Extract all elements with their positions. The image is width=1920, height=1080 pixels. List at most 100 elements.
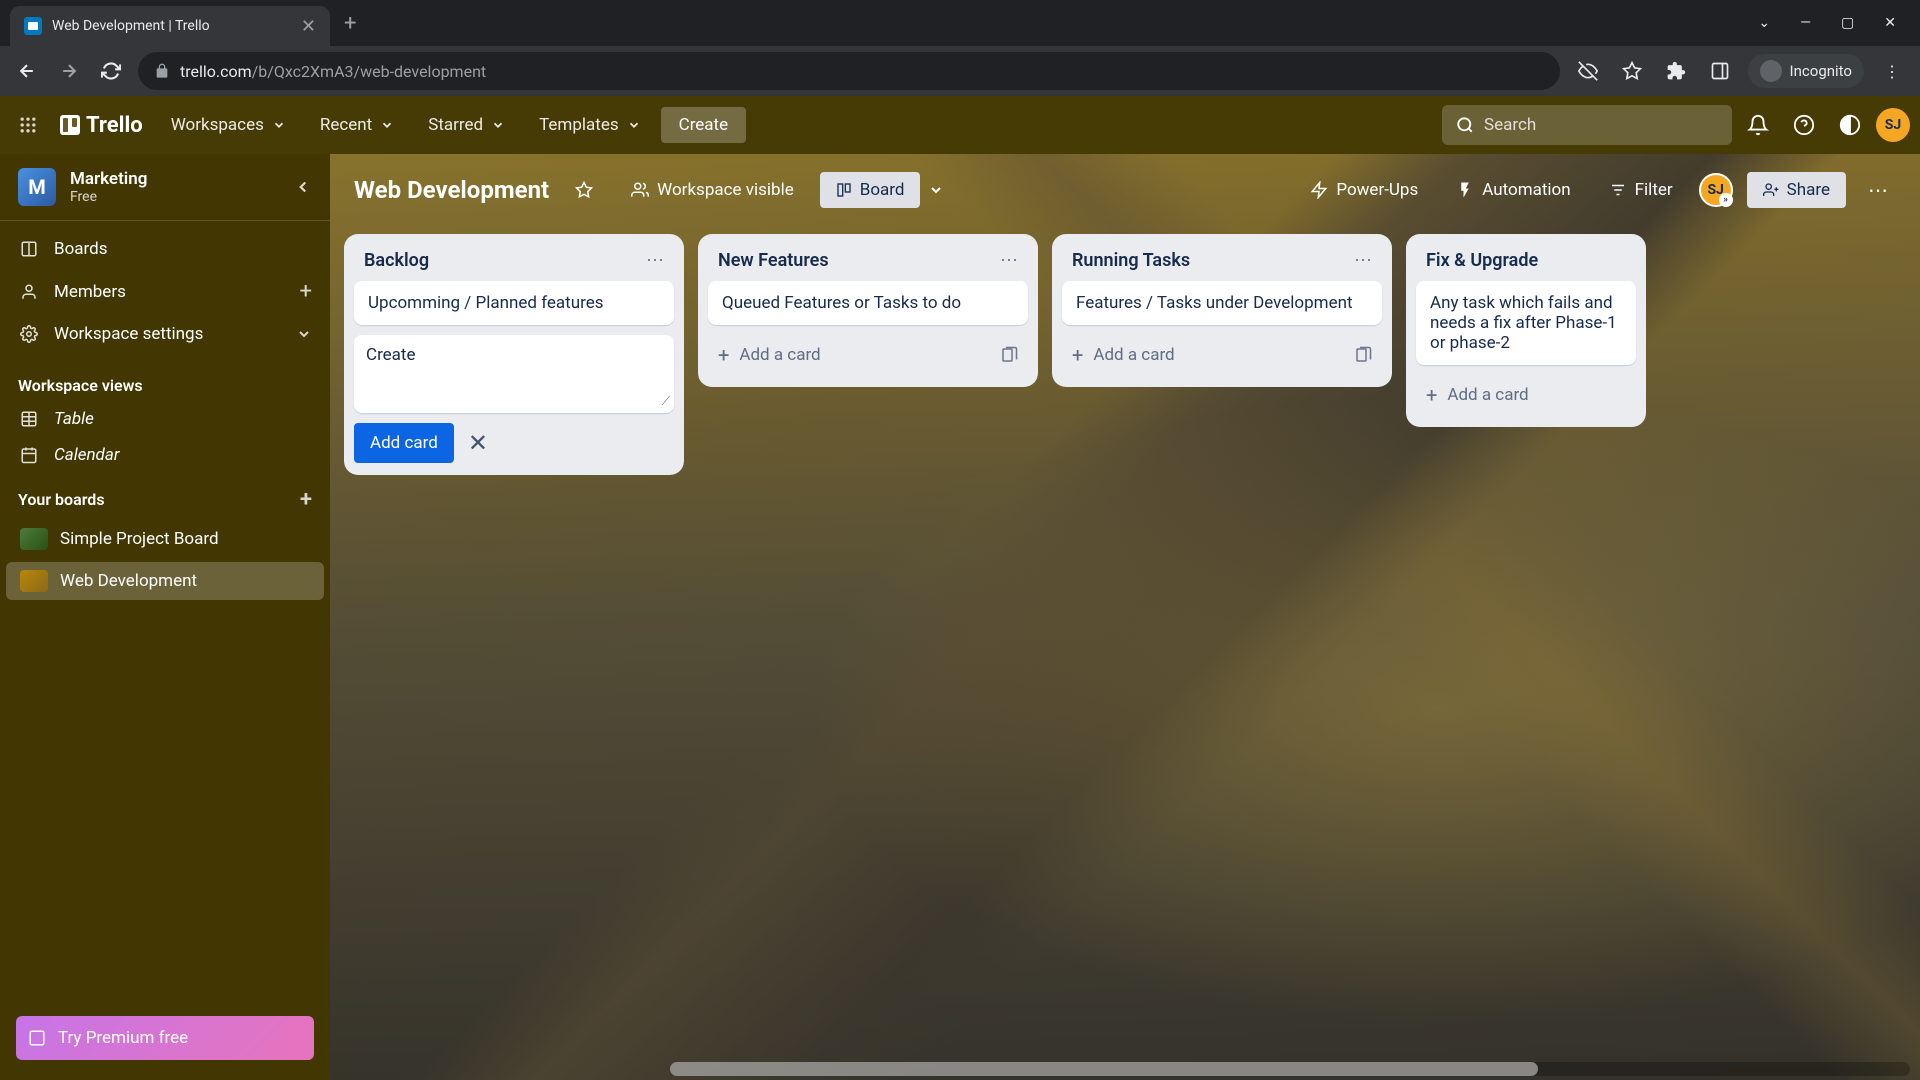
card-composer-input[interactable]: Create (366, 345, 662, 385)
templates-dropdown[interactable]: Templates (525, 107, 655, 143)
extensions-icon[interactable] (1660, 61, 1692, 81)
board-name: Web Development (60, 571, 197, 591)
table-icon (18, 410, 40, 428)
list-title[interactable]: Fix & Upgrade (1426, 250, 1626, 271)
add-card-link[interactable]: + Add a card (708, 335, 1028, 375)
star-board-button[interactable] (563, 173, 605, 207)
eye-off-icon[interactable] (1572, 61, 1604, 81)
list-backlog: Backlog ⋯ Upcomming / Planned features C… (344, 234, 684, 475)
board-menu-button[interactable]: ⋯ (1860, 170, 1896, 210)
panel-icon[interactable] (1704, 61, 1736, 81)
filter-button[interactable]: Filter (1597, 172, 1685, 208)
sidebar-item-settings[interactable]: Workspace settings (0, 314, 330, 354)
sidebar-item-boards[interactable]: Boards (0, 229, 330, 269)
board-thumb (20, 528, 48, 550)
view-dropdown-button[interactable] (920, 174, 952, 206)
incognito-label: Incognito (1790, 62, 1852, 80)
workspace-name: Marketing (70, 169, 280, 189)
workspaces-dropdown[interactable]: Workspaces (157, 107, 300, 143)
help-icon[interactable] (1784, 106, 1824, 144)
powerups-button[interactable]: Power-Ups (1298, 172, 1430, 208)
search-placeholder: Search (1484, 115, 1536, 135)
chevron-down-icon[interactable] (296, 326, 312, 342)
sidebar-item-members[interactable]: Members + (0, 269, 330, 314)
forward-button[interactable] (54, 61, 84, 81)
try-premium-button[interactable]: Try Premium free (16, 1016, 314, 1060)
new-tab-button[interactable]: + (344, 11, 356, 36)
add-card-link[interactable]: + Add a card (1416, 375, 1636, 415)
add-member-icon[interactable]: + (300, 279, 312, 304)
premium-icon (28, 1029, 48, 1047)
chevron-down-icon[interactable]: ⌄ (1758, 15, 1770, 31)
list-menu-icon[interactable]: ⋯ (646, 250, 664, 271)
url-field[interactable]: trello.com/b/Qxc2XmA3/web-development (138, 52, 1560, 90)
add-board-icon[interactable]: + (300, 487, 312, 512)
board-title[interactable]: Web Development (354, 176, 549, 204)
board-view-button[interactable]: Board (820, 172, 921, 208)
collapse-sidebar-button[interactable] (294, 178, 312, 196)
your-boards-heading: Your boards + (0, 473, 330, 518)
card[interactable]: Any task which fails and needs a fix aft… (1416, 281, 1636, 365)
list-running-tasks: Running Tasks ⋯ Features / Tasks under D… (1052, 234, 1392, 387)
sidebar-view-table[interactable]: Table (0, 401, 330, 437)
close-window-button[interactable]: ✕ (1884, 15, 1896, 31)
incognito-icon (1760, 60, 1782, 82)
star-icon[interactable] (1616, 61, 1648, 81)
workspace-views-heading: Workspace views (0, 362, 330, 401)
sidebar-view-calendar[interactable]: Calendar (0, 437, 330, 473)
workspace-plan: Free (70, 189, 280, 205)
incognito-badge[interactable]: Incognito (1748, 54, 1864, 88)
apps-grid-icon[interactable] (10, 107, 46, 143)
share-button[interactable]: Share (1747, 172, 1846, 208)
trello-logo[interactable]: Trello (52, 113, 151, 138)
board-member-avatar[interactable]: SJ» (1699, 173, 1733, 207)
add-card-label: Add a card (1093, 345, 1174, 365)
reload-button[interactable] (96, 61, 126, 81)
list-title[interactable]: Running Tasks (1072, 250, 1354, 271)
trello-header: Trello Workspaces Recent Starred Templat… (0, 96, 1920, 154)
automation-button[interactable]: Automation (1444, 172, 1582, 208)
sidebar-item-label: Members (54, 282, 126, 302)
add-card-button[interactable]: Add card (354, 423, 454, 463)
user-avatar[interactable]: SJ (1876, 108, 1910, 142)
scrollbar-thumb[interactable] (670, 1062, 1538, 1076)
chevron-icon: » (1719, 193, 1733, 207)
card[interactable]: Features / Tasks under Development (1062, 281, 1382, 325)
board-item-simple[interactable]: Simple Project Board (6, 520, 324, 558)
visibility-button[interactable]: Workspace visible (619, 172, 806, 208)
board-area: Web Development Workspace visible Board … (330, 154, 1920, 1080)
board-item-webdev[interactable]: Web Development (6, 562, 324, 600)
minimize-button[interactable]: — (1800, 15, 1811, 31)
close-tab-icon[interactable]: ✕ (301, 16, 316, 37)
back-button[interactable] (12, 61, 42, 81)
list-title[interactable]: Backlog (364, 250, 646, 271)
sidebar-item-label: Calendar (54, 445, 119, 465)
workspace-icon: M (18, 168, 56, 206)
template-icon[interactable] (1354, 346, 1372, 364)
recent-dropdown[interactable]: Recent (306, 107, 408, 143)
horizontal-scrollbar[interactable] (670, 1062, 1910, 1076)
notifications-icon[interactable] (1738, 106, 1778, 144)
theme-icon[interactable] (1830, 106, 1870, 144)
add-card-link[interactable]: + Add a card (1062, 335, 1382, 375)
list-menu-icon[interactable]: ⋯ (1354, 250, 1372, 271)
template-icon[interactable] (1000, 346, 1018, 364)
plus-icon: + (1072, 343, 1083, 367)
browser-tab[interactable]: Web Development | Trello ✕ (10, 6, 330, 46)
maximize-button[interactable]: ▢ (1841, 15, 1854, 31)
tab-title: Web Development | Trello (52, 18, 291, 34)
trello-favicon (24, 17, 42, 35)
search-icon (1456, 116, 1474, 134)
resize-handle-icon[interactable]: ⟋ (662, 394, 670, 409)
starred-dropdown[interactable]: Starred (414, 107, 519, 143)
cancel-composer-button[interactable]: ✕ (464, 425, 492, 461)
create-button[interactable]: Create (661, 107, 747, 143)
search-input[interactable]: Search (1442, 105, 1732, 145)
lists-container: Backlog ⋯ Upcomming / Planned features C… (330, 226, 1920, 483)
card-composer[interactable]: Create ⟋ (354, 335, 674, 413)
list-menu-icon[interactable]: ⋯ (1000, 250, 1018, 271)
card[interactable]: Upcomming / Planned features (354, 281, 674, 325)
card[interactable]: Queued Features or Tasks to do (708, 281, 1028, 325)
list-title[interactable]: New Features (718, 250, 1000, 271)
browser-menu-icon[interactable]: ⋮ (1876, 62, 1908, 81)
